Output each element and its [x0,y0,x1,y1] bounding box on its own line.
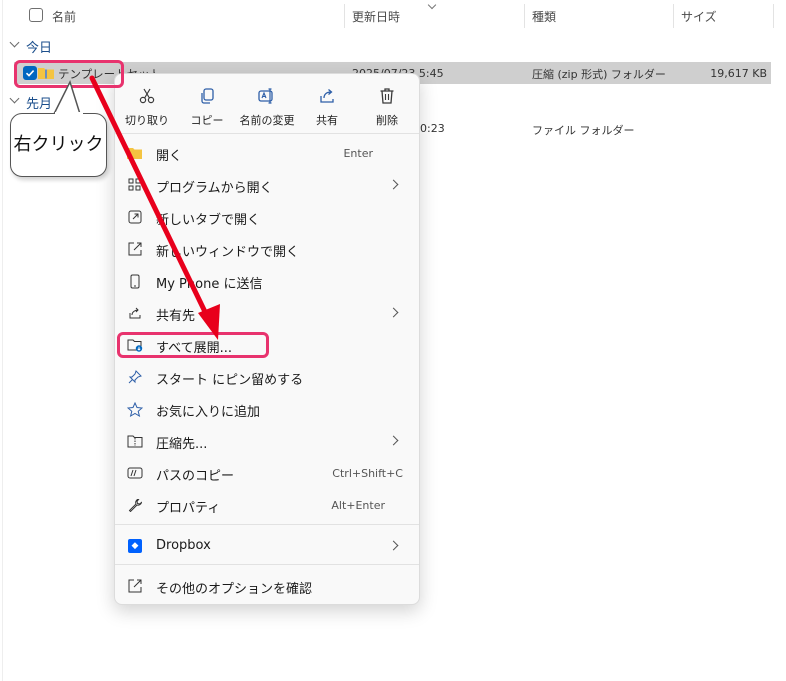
annotation-arrow [89,75,220,340]
